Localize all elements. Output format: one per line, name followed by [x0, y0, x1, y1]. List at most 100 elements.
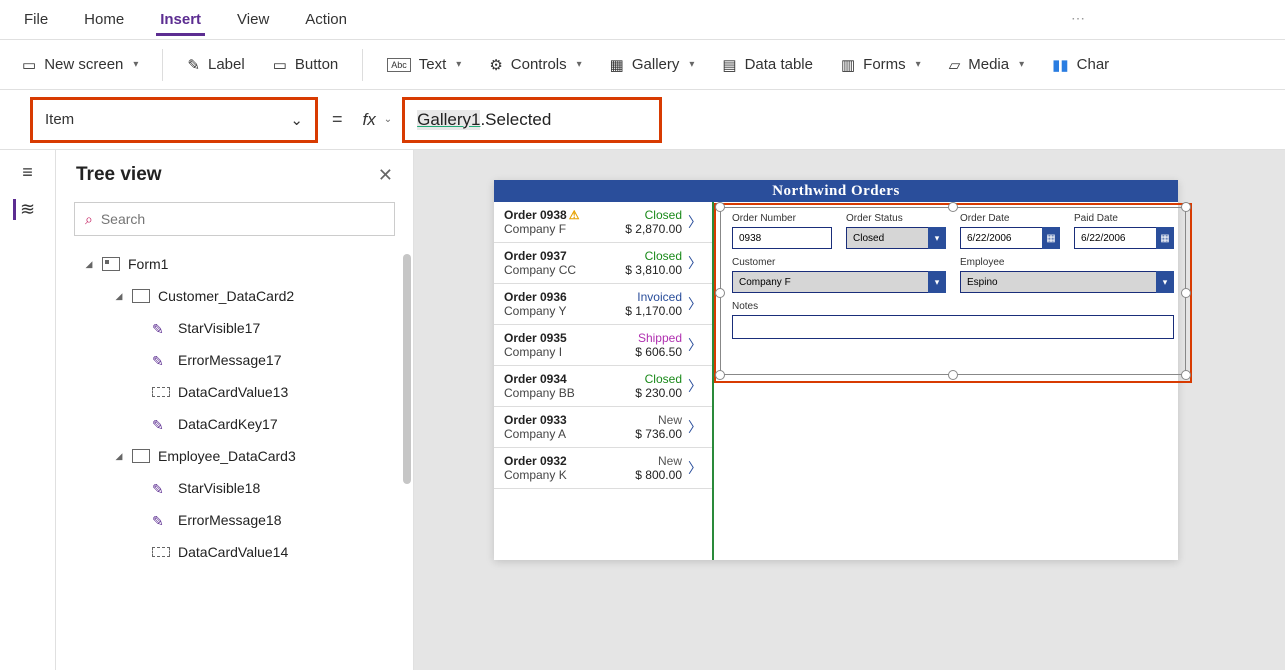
tree-node-starvisible18[interactable]: ✎ StarVisible18	[64, 472, 413, 504]
order-label: Order 0936	[504, 290, 621, 304]
tree-label: StarVisible17	[178, 320, 260, 336]
fx-button[interactable]: fx ⌄	[363, 110, 393, 130]
charts-button[interactable]: ▮▮ Char	[1042, 52, 1119, 78]
search-box[interactable]: ⌕	[74, 202, 395, 236]
label-text: Label	[208, 56, 245, 73]
tree-node-starvisible17[interactable]: ✎ StarVisible17	[64, 312, 413, 344]
forms-icon: ▥	[841, 56, 855, 74]
resize-handle[interactable]	[1181, 370, 1191, 380]
pen-icon: ✎	[152, 321, 170, 335]
search-input[interactable]	[101, 211, 384, 227]
chevron-down-icon: ⌄	[290, 111, 303, 129]
chevron-down-icon: ▾	[1019, 59, 1024, 70]
canvas[interactable]: Northwind Orders Order 0938⚠Closed〉Compa…	[414, 150, 1285, 670]
tree-label: DataCardValue14	[178, 544, 288, 560]
gallery-item[interactable]: Order 0934Closed〉Company BB$ 230.00	[494, 366, 712, 407]
formula-input[interactable]: Gallery1.Selected	[402, 97, 662, 143]
ribbon-bar: ▭ New screen ▾ ✎ Label ▭ Button Abc Text…	[0, 40, 1285, 90]
gallery-item[interactable]: Order 0937Closed〉Company CC$ 3,810.00	[494, 243, 712, 284]
property-selector[interactable]: Item ⌄	[30, 97, 318, 143]
gallery-list[interactable]: Order 0938⚠Closed〉Company F$ 2,870.00Ord…	[494, 202, 714, 560]
close-icon[interactable]: ✕	[378, 165, 393, 186]
tree-node-errormessage18[interactable]: ✎ErrorMessage18	[64, 504, 413, 536]
gallery-item[interactable]: Order 0935Shipped〉Company I$ 606.50	[494, 325, 712, 366]
chevron-right-icon: 〉	[686, 253, 702, 273]
tree-view-title: Tree view	[76, 164, 162, 186]
tree-label: ErrorMessage17	[178, 352, 282, 368]
tree-label: StarVisible18	[178, 480, 260, 496]
forms-button[interactable]: ▥ Forms ▾	[831, 52, 931, 78]
resize-handle[interactable]	[715, 370, 725, 380]
layers-icon[interactable]: ≋	[13, 199, 35, 220]
datatable-button[interactable]: ▤ Data table	[712, 52, 823, 78]
gallery-item[interactable]: Order 0933New〉Company A$ 736.00	[494, 407, 712, 448]
main-area: ≡ ≋ Tree view ✕ ⌕ ◢Form1 ◢Customer_DataC…	[0, 150, 1285, 670]
text-button[interactable]: Abc Text ▾	[377, 52, 471, 77]
resize-handle[interactable]	[715, 202, 725, 212]
media-label: Media	[968, 56, 1009, 73]
menu-home[interactable]: Home	[80, 3, 128, 36]
hamburger-icon[interactable]: ≡	[22, 162, 33, 183]
tree-node-datacardvalue14[interactable]: DataCardValue14	[64, 536, 413, 568]
new-screen-button[interactable]: ▭ New screen ▾	[12, 52, 148, 78]
menu-file[interactable]: File	[20, 3, 52, 36]
separator	[362, 49, 363, 81]
chevron-down-icon: ▾	[133, 59, 138, 70]
separator	[162, 49, 163, 81]
card-icon	[132, 449, 150, 463]
button-text: Button	[295, 56, 338, 73]
controls-button[interactable]: ⚙ Controls ▾	[479, 52, 591, 78]
tree-node-errormessage17[interactable]: ✎ErrorMessage17	[64, 344, 413, 376]
resize-handle[interactable]	[948, 202, 958, 212]
menu-action[interactable]: Action	[301, 3, 351, 36]
company-label: Company Y	[504, 304, 621, 318]
card-icon	[132, 289, 150, 303]
status-label: Invoiced	[625, 290, 682, 304]
fx-icon: fx	[363, 110, 376, 130]
chevron-right-icon: 〉	[686, 212, 702, 232]
company-label: Company BB	[504, 386, 631, 400]
controls-icon: ⚙	[489, 56, 502, 74]
label-icon: ✎	[187, 56, 200, 74]
tree-node-datacardkey17[interactable]: ✎DataCardKey17	[64, 408, 413, 440]
tree-label: Form1	[128, 256, 168, 272]
overflow-icon[interactable]: ⋯	[1071, 10, 1085, 27]
gallery-item[interactable]: Order 0938⚠Closed〉Company F$ 2,870.00	[494, 202, 712, 243]
price-label: $ 3,810.00	[625, 263, 682, 277]
formula-token-rest: .Selected	[480, 110, 551, 130]
media-button[interactable]: ▱ Media ▾	[939, 52, 1034, 78]
tree-node-form1[interactable]: ◢Form1	[64, 248, 413, 280]
tree-label: Customer_DataCard2	[158, 288, 294, 304]
text-label: Text	[419, 56, 447, 73]
tree-node-datacardvalue13[interactable]: DataCardValue13	[64, 376, 413, 408]
price-label: $ 606.50	[635, 345, 682, 359]
property-label: Item	[45, 111, 74, 128]
price-label: $ 2,870.00	[625, 222, 682, 236]
button-button[interactable]: ▭ Button	[263, 52, 349, 78]
field-icon	[152, 387, 170, 397]
charts-label: Char	[1077, 56, 1110, 73]
menu-view[interactable]: View	[233, 3, 273, 36]
resize-handle[interactable]	[1181, 202, 1191, 212]
gallery-item[interactable]: Order 0932New〉Company K$ 800.00	[494, 448, 712, 489]
company-label: Company K	[504, 468, 631, 482]
gallery-item[interactable]: Order 0936Invoiced〉Company Y$ 1,170.00	[494, 284, 712, 325]
resize-handle[interactable]	[1181, 288, 1191, 298]
gallery-button[interactable]: ▦ Gallery ▾	[600, 52, 705, 78]
form-selection-wrap: Order Number 0938 Order Status Closed▾ O…	[714, 203, 1192, 383]
status-label: New	[635, 454, 682, 468]
order-label: Order 0934	[504, 372, 631, 386]
selection-border	[720, 207, 1186, 375]
resize-handle[interactable]	[948, 370, 958, 380]
tree-node-customer-datacard2[interactable]: ◢Customer_DataCard2	[64, 280, 413, 312]
tree-node-employee-datacard3[interactable]: ◢Employee_DataCard3	[64, 440, 413, 472]
pen-icon: ✎	[152, 481, 170, 495]
menu-insert[interactable]: Insert	[156, 3, 205, 36]
company-label: Company I	[504, 345, 631, 359]
resize-handle[interactable]	[715, 288, 725, 298]
formula-token-gallery: Gallery1	[417, 110, 480, 130]
tree-label: Employee_DataCard3	[158, 448, 296, 464]
chevron-right-icon: 〉	[686, 458, 702, 478]
label-button[interactable]: ✎ Label	[177, 52, 254, 78]
gallery-label: Gallery	[632, 56, 680, 73]
